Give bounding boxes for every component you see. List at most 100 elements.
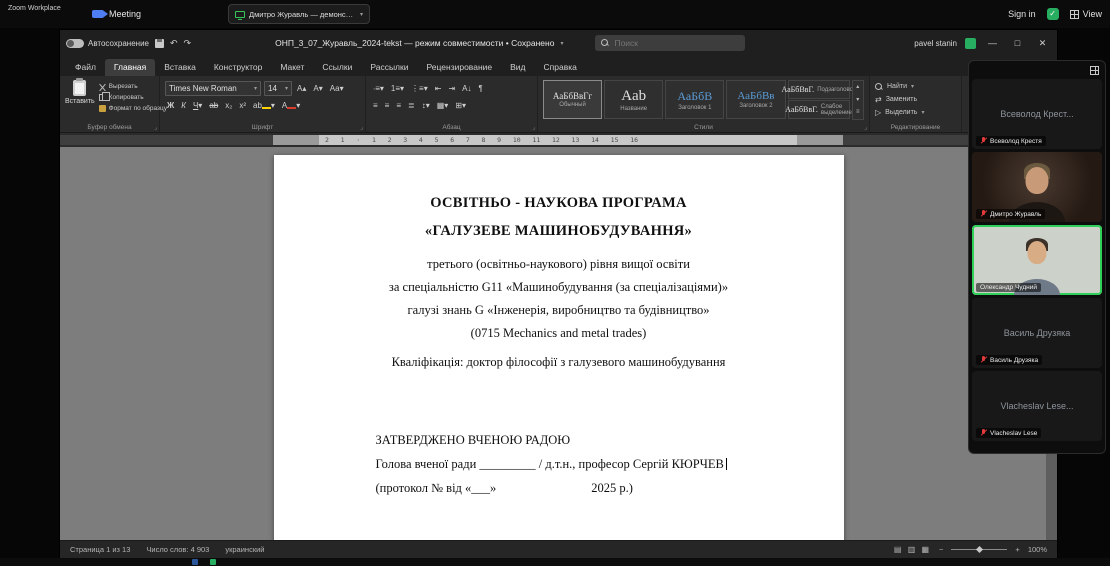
style-title[interactable]: Aab Название bbox=[604, 80, 664, 119]
style-heading-1[interactable]: АаБбВ Заголовок 1 bbox=[665, 80, 725, 119]
title-chevron-icon[interactable]: ▾ bbox=[560, 40, 563, 47]
dialog-launcher-icon[interactable]: ⌟ bbox=[532, 124, 535, 131]
document-text[interactable]: ОСВІТНЬО - НАУКОВА ПРОГРАМА «ГАЛУЗЕВЕ МА… bbox=[274, 155, 844, 540]
document-page[interactable]: ОСВІТНЬО - НАУКОВА ПРОГРАМА «ГАЛУЗЕВЕ МА… bbox=[273, 155, 844, 540]
align-right-button[interactable]: ≡ bbox=[394, 101, 403, 110]
tab-help[interactable]: Справка bbox=[535, 59, 586, 76]
superscript-button[interactable]: x² bbox=[237, 101, 248, 110]
tab-insert[interactable]: Вставка bbox=[155, 59, 205, 76]
find-button[interactable]: Найти ▾ bbox=[875, 80, 956, 93]
view-mode-icons[interactable]: ▤ ▥ ▦ bbox=[894, 545, 931, 554]
tab-review[interactable]: Рецензирование bbox=[417, 59, 501, 76]
close-button[interactable]: ✕ bbox=[1034, 38, 1051, 49]
style-heading-2[interactable]: АаБбВв Заголовок 2 bbox=[726, 80, 786, 119]
autosave-toggle[interactable] bbox=[66, 38, 84, 48]
word-count[interactable]: Число слов: 4 903 bbox=[146, 545, 209, 554]
sort-button[interactable]: А↓ bbox=[460, 84, 473, 93]
gallery-view-icon[interactable] bbox=[1090, 65, 1099, 75]
align-left-button[interactable]: ≡ bbox=[371, 101, 380, 110]
shrink-font-button[interactable]: А▾ bbox=[311, 84, 324, 93]
protocol-left: (протокол № від «___» bbox=[375, 481, 497, 495]
cut-button[interactable]: Вырезать bbox=[99, 83, 167, 90]
participant-tile[interactable]: Всеволод Крест... Всеволод Крестя bbox=[972, 79, 1102, 149]
search-input[interactable] bbox=[614, 38, 740, 48]
align-center-button[interactable]: ≡ bbox=[383, 101, 392, 110]
tab-home[interactable]: Главная bbox=[104, 59, 156, 76]
numbering-button[interactable]: 1≡▾ bbox=[389, 84, 406, 93]
view-button[interactable]: View bbox=[1069, 9, 1102, 19]
style-subtle-emphasis[interactable]: АаБбВвГ. Слабое выделение bbox=[785, 100, 852, 119]
shared-screen-tab[interactable]: Дмитро Журавль — демонстрація екрана ▾ bbox=[228, 4, 370, 24]
zoom-taskbar-icon[interactable] bbox=[210, 559, 216, 565]
participant-tile[interactable]: Василь Друзяка Василь Друзяка bbox=[972, 298, 1102, 368]
format-painter-button[interactable]: Формат по образцу bbox=[98, 105, 167, 112]
copy-button[interactable]: Копировать bbox=[98, 92, 167, 101]
dialog-launcher-icon[interactable]: ⌟ bbox=[154, 124, 157, 131]
font-size-combo[interactable]: 14 ▾ bbox=[264, 81, 292, 96]
account-avatar[interactable] bbox=[965, 37, 976, 49]
shading-button[interactable]: ▦▾ bbox=[435, 101, 451, 110]
undo-icon[interactable]: ↶ bbox=[170, 38, 178, 49]
word-taskbar-icon[interactable] bbox=[192, 559, 198, 565]
borders-button[interactable]: ⊞▾ bbox=[453, 101, 468, 110]
zoom-in-button[interactable]: + bbox=[1015, 545, 1019, 554]
zoom-slider[interactable] bbox=[951, 549, 1008, 550]
font-name-combo[interactable]: Times New Roman ▾ bbox=[165, 81, 261, 96]
zoom-level[interactable]: 100% bbox=[1028, 545, 1047, 554]
decrease-indent-button[interactable]: ⇤ bbox=[433, 84, 444, 93]
line-spacing-button[interactable]: ↕▾ bbox=[420, 101, 432, 110]
account-user-name[interactable]: pavel stanin bbox=[914, 39, 957, 48]
page-indicator[interactable]: Страница 1 из 13 bbox=[70, 545, 130, 554]
tab-mailings[interactable]: Рассылки bbox=[361, 59, 417, 76]
replace-button[interactable]: ⇄ Заменить bbox=[875, 93, 956, 106]
security-shield-icon[interactable]: ✓ bbox=[1046, 8, 1059, 20]
dialog-launcher-icon[interactable]: ⌟ bbox=[864, 124, 867, 131]
text-highlight-button[interactable]: ab ▾ bbox=[251, 101, 277, 110]
dialog-launcher-icon[interactable]: ⌟ bbox=[360, 124, 363, 131]
styles-gallery-scrollbar[interactable]: ▴ ▾ ≡ bbox=[851, 80, 864, 120]
autosave-control[interactable]: Автосохранение bbox=[66, 38, 149, 48]
justify-button[interactable]: ≣ bbox=[406, 101, 417, 110]
minimize-button[interactable]: — bbox=[984, 38, 1001, 48]
subscript-button[interactable]: x₂ bbox=[223, 101, 234, 110]
change-case-button[interactable]: Аа▾ bbox=[328, 84, 346, 93]
increase-indent-button[interactable]: ⇥ bbox=[446, 84, 457, 93]
meeting-tab[interactable]: Meeting bbox=[92, 0, 141, 28]
tab-design[interactable]: Конструктор bbox=[205, 59, 271, 76]
style-normal[interactable]: АаБбВвГг Обычный bbox=[543, 80, 603, 119]
multilevel-list-button[interactable]: ⋮≡▾ bbox=[409, 84, 430, 93]
grow-font-button[interactable]: А▴ bbox=[295, 84, 308, 93]
gallery-expand-icon[interactable]: ≡ bbox=[853, 106, 863, 119]
scissors-icon bbox=[99, 83, 106, 90]
style-subtitle[interactable]: АаБбВвГ. Подзаголовок bbox=[781, 80, 856, 99]
show-marks-button[interactable]: ¶ bbox=[476, 84, 484, 93]
participant-tile[interactable]: Дмитро Журавль bbox=[972, 152, 1102, 222]
redo-icon[interactable]: ↷ bbox=[184, 38, 192, 49]
paste-button[interactable]: Вставить bbox=[65, 78, 95, 120]
gallery-up-icon[interactable]: ▴ bbox=[853, 81, 863, 94]
search-box[interactable] bbox=[595, 35, 746, 51]
font-color-button[interactable]: А ▾ bbox=[280, 101, 302, 110]
language-indicator[interactable]: украинский bbox=[225, 545, 264, 554]
italic-button[interactable]: К bbox=[179, 101, 188, 110]
zoom-out-button[interactable]: − bbox=[939, 545, 943, 554]
font-name-value: Times New Roman bbox=[169, 84, 237, 93]
tab-view[interactable]: Вид bbox=[501, 59, 534, 76]
participant-tile-active-speaker[interactable]: Олександр Чудний bbox=[972, 225, 1102, 295]
chevron-down-icon[interactable]: ▾ bbox=[360, 11, 363, 18]
tab-file[interactable]: Файл bbox=[66, 59, 105, 76]
sign-in-button[interactable]: Sign in bbox=[1008, 9, 1036, 19]
select-button[interactable]: ▷ Выделить ▾ bbox=[875, 106, 956, 119]
participant-tile[interactable]: Vlacheslav Lese... Vlacheslav Lese bbox=[972, 371, 1102, 441]
strikethrough-button[interactable]: ab bbox=[207, 101, 220, 110]
paste-label: Вставить bbox=[65, 98, 95, 105]
tab-layout[interactable]: Макет bbox=[271, 59, 313, 76]
find-icon bbox=[875, 82, 883, 91]
underline-button[interactable]: Ч▾ bbox=[191, 101, 204, 110]
bullets-button[interactable]: ∙≡▾ bbox=[371, 84, 386, 93]
gallery-down-icon[interactable]: ▾ bbox=[853, 94, 863, 107]
tab-references[interactable]: Ссылки bbox=[313, 59, 361, 76]
bold-button[interactable]: Ж bbox=[165, 101, 176, 110]
restore-button[interactable]: □ bbox=[1009, 38, 1026, 48]
save-icon[interactable] bbox=[154, 38, 164, 48]
